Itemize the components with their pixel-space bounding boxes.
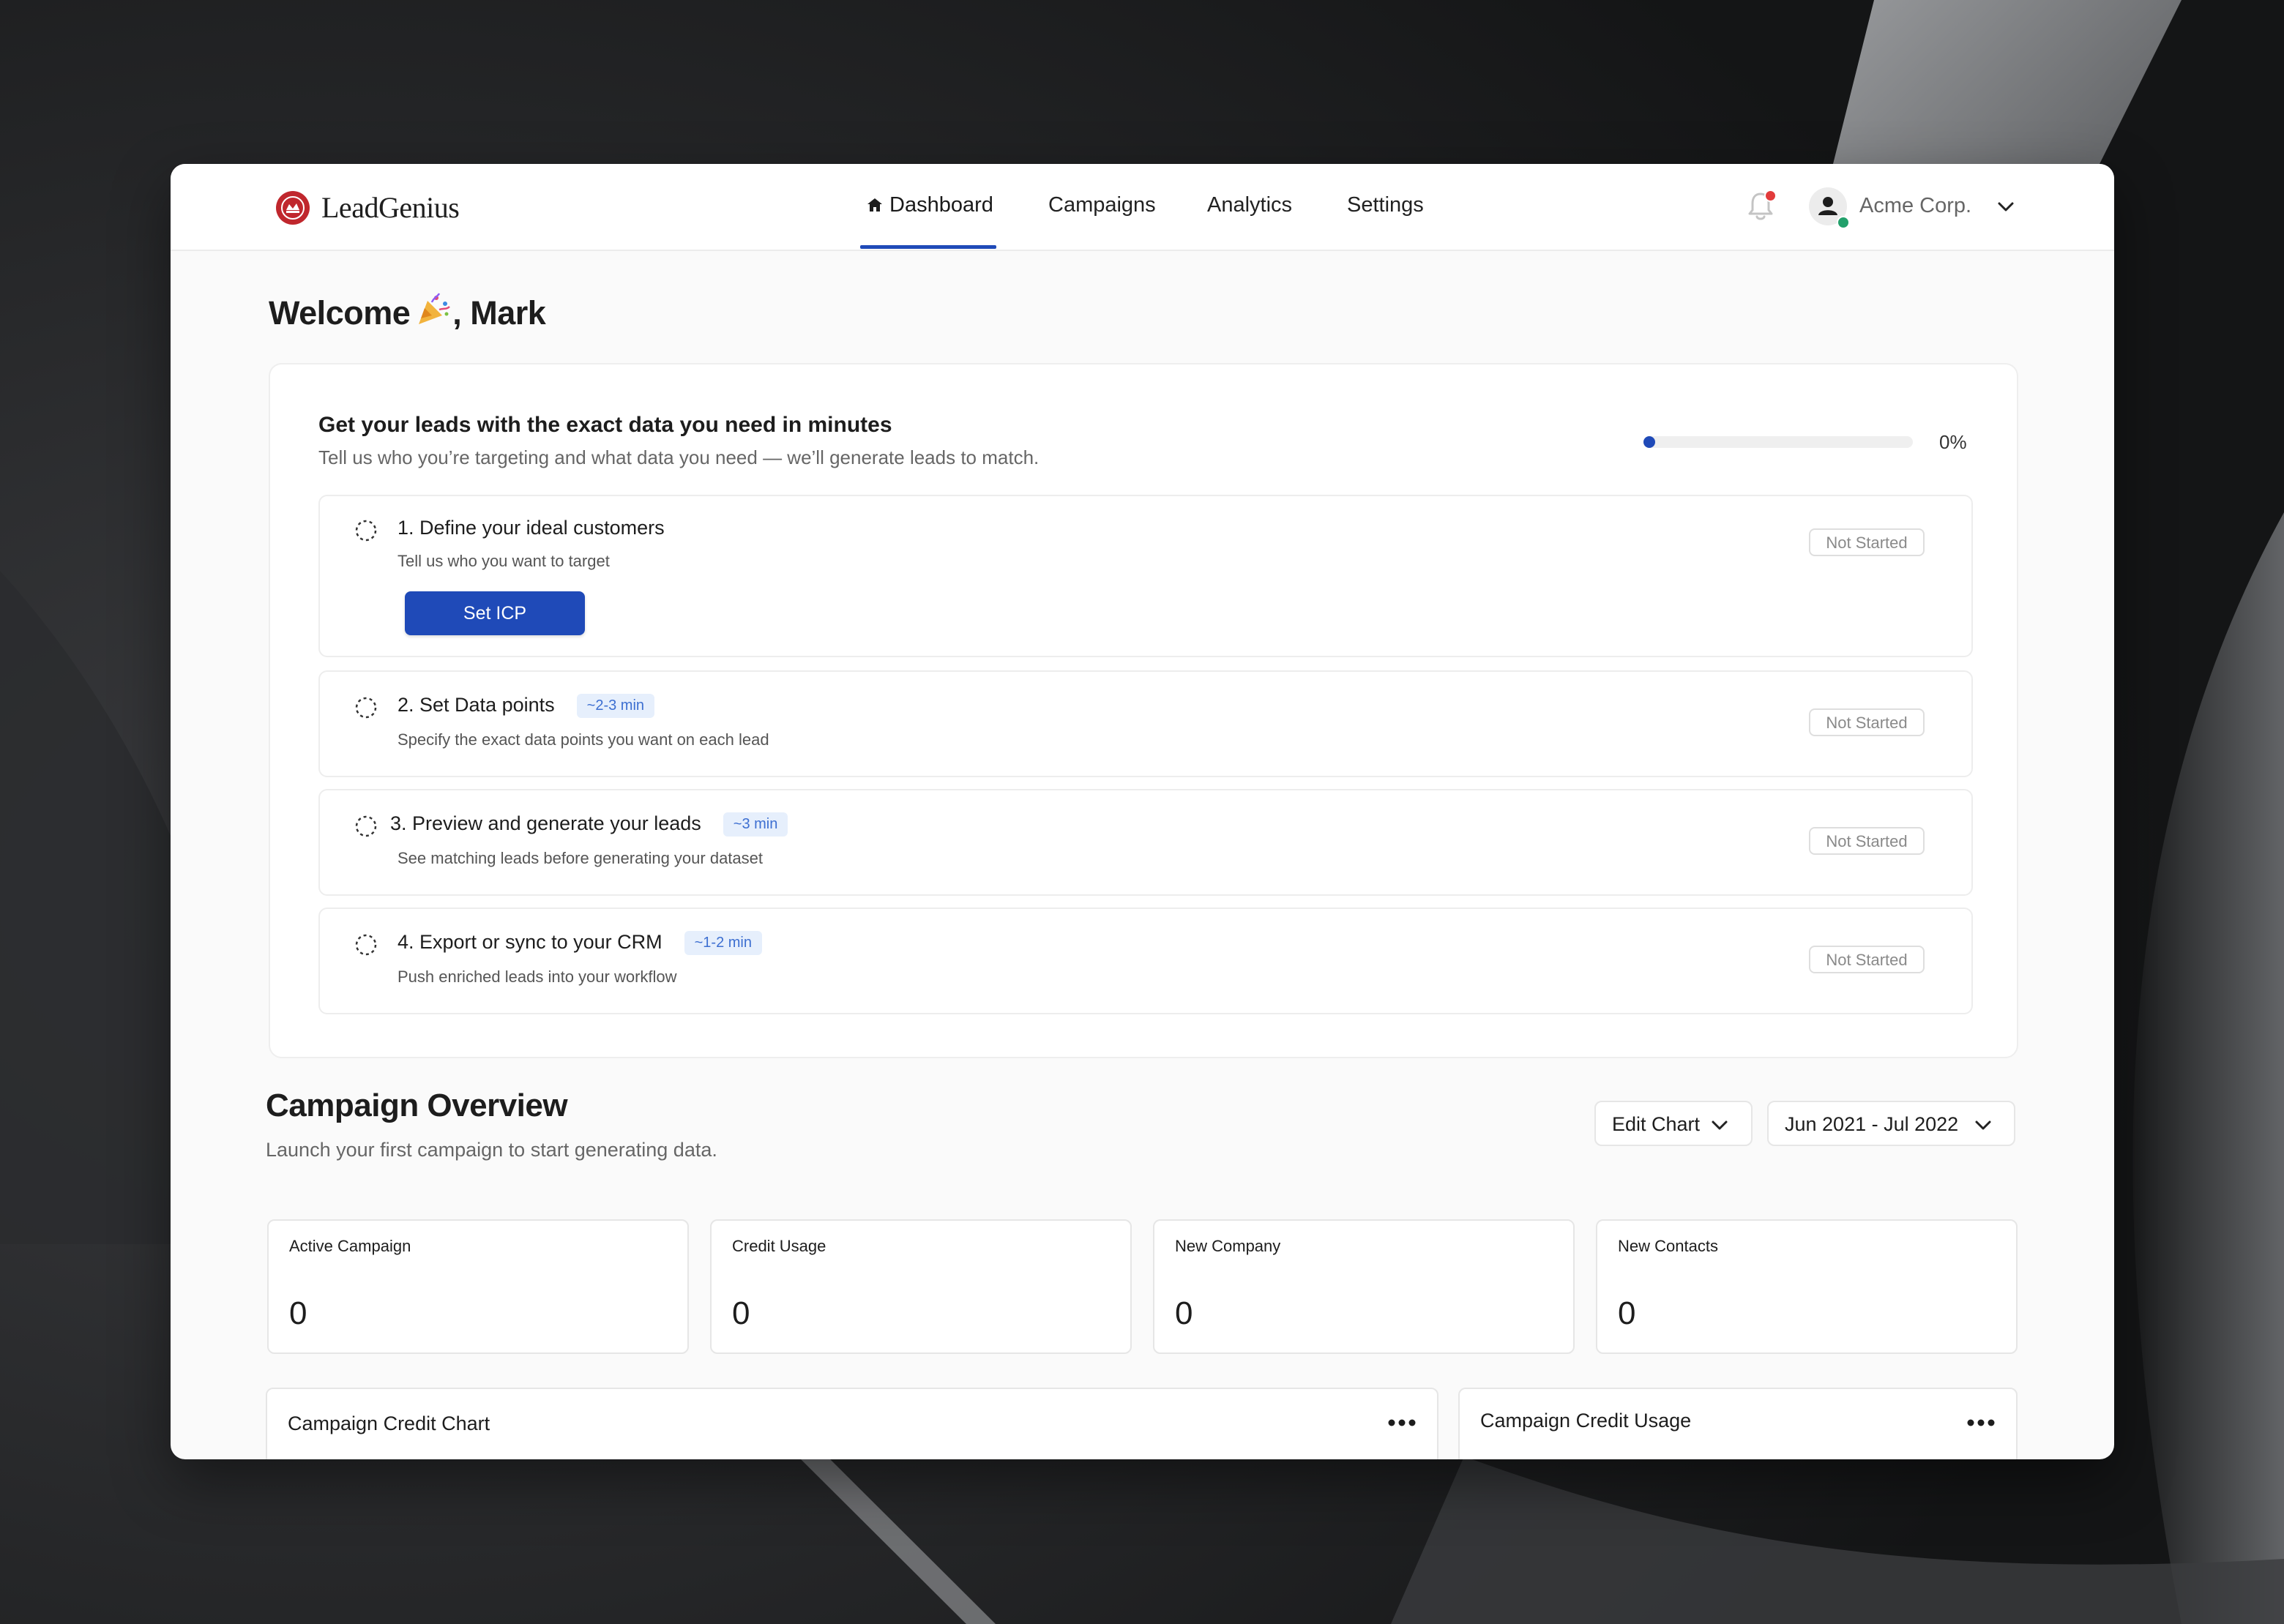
- edit-chart-label: Edit Chart: [1612, 1113, 1701, 1135]
- page-title: Welcome , Mark: [269, 292, 546, 335]
- organization-name[interactable]: Acme Corp.: [1859, 194, 1971, 218]
- campaign-credit-usage-panel: Campaign Credit Usage: [1458, 1388, 2018, 1459]
- nav-dashboard-label: Dashboard: [889, 193, 993, 217]
- campaign-credit-chart-panel: Campaign Credit Chart: [266, 1388, 1438, 1459]
- set-icp-button[interactable]: Set ICP: [405, 591, 585, 635]
- home-icon: [867, 198, 882, 212]
- stat-value: 0: [732, 1295, 750, 1331]
- stat-label: New Contacts: [1618, 1237, 1718, 1255]
- step-title: 2. Set Data points ~2-3 min: [398, 694, 655, 718]
- nav-settings[interactable]: Settings: [1347, 193, 1424, 217]
- step-title: 3. Preview and generate your leads ~3 min: [390, 812, 788, 837]
- step-description: Tell us who you want to target: [398, 552, 610, 570]
- stat-label: Credit Usage: [732, 1237, 826, 1255]
- stat-card-active-campaign: Active Campaign 0: [267, 1219, 689, 1354]
- app-window: LeadGenius Dashboard Campaigns Analytics…: [171, 164, 2114, 1459]
- active-tab-indicator: [860, 245, 996, 249]
- stat-card-credit-usage: Credit Usage 0: [710, 1219, 1132, 1354]
- date-range-dropdown[interactable]: Jun 2021 - Jul 2022: [1767, 1101, 2015, 1146]
- status-badge: Not Started: [1809, 827, 1925, 855]
- panel-title: Campaign Credit Usage: [1480, 1410, 1692, 1432]
- brand-name: LeadGenius: [321, 191, 460, 224]
- step-pending-icon: [355, 697, 377, 719]
- stat-value: 0: [289, 1295, 307, 1331]
- more-options-icon[interactable]: [1387, 1418, 1417, 1427]
- nav-analytics[interactable]: Analytics: [1207, 193, 1292, 217]
- panel-title: Campaign Credit Chart: [288, 1412, 490, 1434]
- campaign-overview-subtitle: Launch your first campaign to start gene…: [266, 1139, 717, 1161]
- stat-card-new-company: New Company 0: [1153, 1219, 1575, 1354]
- campaign-overview-title: Campaign Overview: [266, 1088, 568, 1123]
- step-pending-icon: [355, 815, 377, 837]
- brand-logo-icon: [276, 190, 310, 225]
- party-popper-icon: [414, 292, 451, 335]
- stat-value: 0: [1618, 1295, 1636, 1331]
- onboarding-title: Get your leads with the exact data you n…: [318, 413, 892, 437]
- step-title-text: 3. Preview and generate your leads: [390, 812, 701, 834]
- onboarding-step-4[interactable]: 4. Export or sync to your CRM ~1-2 min Pu…: [318, 908, 1973, 1014]
- nav-campaigns[interactable]: Campaigns: [1048, 193, 1156, 217]
- notification-dot: [1764, 190, 1777, 202]
- time-estimate-badge: ~1-2 min: [684, 931, 762, 955]
- chevron-down-icon: [1975, 1120, 1991, 1130]
- step-title: 4. Export or sync to your CRM ~1-2 min: [398, 931, 762, 955]
- onboarding-step-1[interactable]: 1. Define your ideal customers Tell us w…: [318, 495, 1973, 657]
- stat-card-new-contacts: New Contacts 0: [1596, 1219, 2018, 1354]
- step-description: Specify the exact data points you want o…: [398, 730, 769, 749]
- chevron-down-icon: [1712, 1120, 1728, 1130]
- status-badge: Not Started: [1809, 528, 1925, 556]
- step-description: See matching leads before generating you…: [398, 849, 763, 867]
- onboarding-progress-bar: [1643, 436, 1913, 448]
- onboarding-card: Get your leads with the exact data you n…: [269, 363, 2018, 1058]
- chevron-down-icon[interactable]: [1996, 198, 2015, 217]
- onboarding-step-2[interactable]: 2. Set Data points ~2-3 min Specify the e…: [318, 670, 1973, 777]
- top-navigation-bar: LeadGenius Dashboard Campaigns Analytics…: [171, 164, 2114, 251]
- welcome-prefix: Welcome: [269, 294, 411, 332]
- step-description: Push enriched leads into your workflow: [398, 968, 677, 986]
- brand-logo[interactable]: LeadGenius: [276, 190, 460, 225]
- stat-label: New Company: [1175, 1237, 1281, 1255]
- status-badge: Not Started: [1809, 708, 1925, 736]
- onboarding-step-3[interactable]: 3. Preview and generate your leads ~3 min…: [318, 789, 1973, 896]
- welcome-user: , Mark: [452, 294, 546, 332]
- time-estimate-badge: ~2-3 min: [576, 694, 655, 718]
- step-title: 1. Define your ideal customers: [398, 517, 665, 539]
- more-options-icon[interactable]: [1966, 1418, 1996, 1427]
- onboarding-subtitle: Tell us who you’re targeting and what da…: [318, 446, 1040, 468]
- stat-label: Active Campaign: [289, 1237, 411, 1255]
- step-pending-icon: [355, 934, 377, 956]
- step-title-text: 4. Export or sync to your CRM: [398, 931, 663, 953]
- progress-knob: [1643, 436, 1655, 448]
- progress-percentage: 0%: [1939, 431, 1967, 453]
- edit-chart-dropdown[interactable]: Edit Chart: [1594, 1101, 1753, 1146]
- step-pending-icon: [355, 520, 377, 542]
- step-title-text: 2. Set Data points: [398, 694, 555, 716]
- online-status-dot: [1837, 216, 1850, 229]
- status-badge: Not Started: [1809, 946, 1925, 973]
- stat-value: 0: [1175, 1295, 1193, 1331]
- time-estimate-badge: ~3 min: [723, 812, 788, 837]
- date-range-label: Jun 2021 - Jul 2022: [1785, 1113, 1959, 1135]
- nav-dashboard[interactable]: Dashboard: [866, 193, 993, 217]
